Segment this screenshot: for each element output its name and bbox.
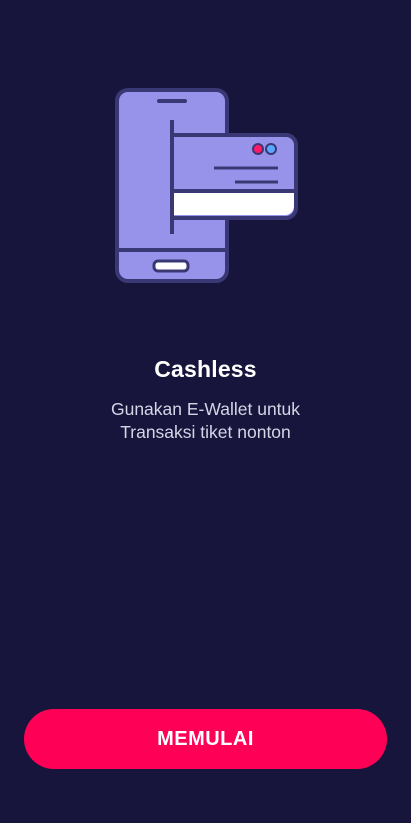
onboarding-subtitle-line-1: Gunakan E-Wallet untuk: [110, 399, 301, 419]
phone-with-card-icon: [105, 80, 305, 290]
onboarding-subtitle: Gunakan E-Wallet untuk Transaksi tiket n…: [40, 398, 371, 444]
onboarding-title: Cashless: [154, 356, 257, 382]
start-button[interactable]: MEMULAI: [24, 709, 387, 769]
onboarding-subtitle-line-2: Transaksi tiket nonton: [120, 422, 291, 442]
